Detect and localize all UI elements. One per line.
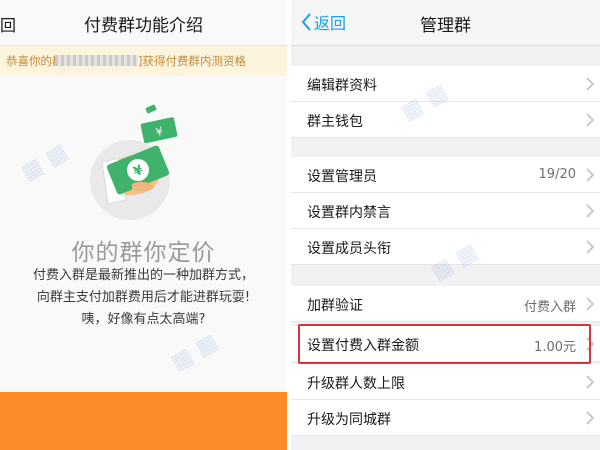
row-value: 1.00元 [534, 340, 576, 355]
description-line-2: 向群主支付加群费用后才能进群玩耍! [36, 290, 251, 305]
left-page-title: 付费群功能介绍 [84, 16, 203, 36]
chevron-right-icon [586, 297, 594, 311]
chevron-right-icon [586, 337, 594, 351]
qualification-banner: 恭喜你的群 ]获得付费群内测资格 [0, 46, 287, 76]
row-paid-join-amount[interactable]: 设置付费入群金额 1.00元 [291, 326, 600, 362]
right-nav-bar: 返回 管理群 [291, 0, 600, 46]
row-group-mute[interactable]: 设置群内禁言 [291, 193, 600, 229]
row-label: 设置管理员 [307, 169, 377, 185]
description-line-1: 付费入群是最新推出的一种加群方式， [32, 268, 254, 283]
row-label: 升级为同城群 [307, 412, 391, 428]
row-join-verification[interactable]: 加群验证 付费入群 [291, 286, 600, 322]
money-hand-icon: ¥ ¥ [90, 104, 178, 220]
chevron-right-icon [586, 168, 594, 182]
chevron-right-icon [586, 375, 594, 389]
row-label: 加群验证 [307, 298, 363, 314]
redacted-group-name [55, 55, 138, 66]
row-upgrade-local-group[interactable]: 升级为同城群 [291, 400, 600, 436]
description-line-3: 咦，好像有点太高端? [81, 312, 206, 327]
right-page-title: 管理群 [420, 16, 471, 36]
right-panel-manage-group: 返回 管理群 编辑群资料 群主钱包 设置管理员 19/20 设置群内禁言 设置成… [291, 0, 600, 450]
row-label: 设置付费入群金额 [307, 338, 419, 354]
row-label: 群主钱包 [307, 114, 363, 130]
chevron-right-icon [586, 113, 594, 127]
slogan-heading: 你的群你定价 [71, 240, 216, 266]
apply-footer-button[interactable] [0, 392, 287, 450]
chevron-right-icon [586, 77, 594, 91]
row-value: 19/20 [538, 167, 576, 182]
row-label: 升级群人数上限 [307, 376, 405, 392]
banner-suffix-text: ]获得付费群内测资格 [138, 54, 246, 68]
row-set-admins[interactable]: 设置管理员 19/20 [291, 157, 600, 193]
chevron-right-icon [586, 240, 594, 254]
row-upgrade-member-limit[interactable]: 升级群人数上限 [291, 364, 600, 400]
chevron-right-icon [586, 411, 594, 425]
row-label: 编辑群资料 [307, 78, 377, 94]
row-edit-group-profile[interactable]: 编辑群资料 [291, 66, 600, 102]
chevron-right-icon [586, 204, 594, 218]
row-member-titles[interactable]: 设置成员头衔 [291, 229, 600, 265]
row-owner-wallet[interactable]: 群主钱包 [291, 102, 600, 138]
row-label: 设置成员头衔 [307, 241, 391, 257]
left-nav-bar: 返回 付费群功能介绍 [0, 0, 287, 46]
row-value: 付费入群 [523, 300, 576, 315]
left-panel-paid-group-intro: 返回 付费群功能介绍 恭喜你的群 ]获得付费群内测资格 ¥ ¥ 你的群你定价 付… [0, 0, 287, 450]
row-label: 设置群内禁言 [307, 205, 391, 221]
